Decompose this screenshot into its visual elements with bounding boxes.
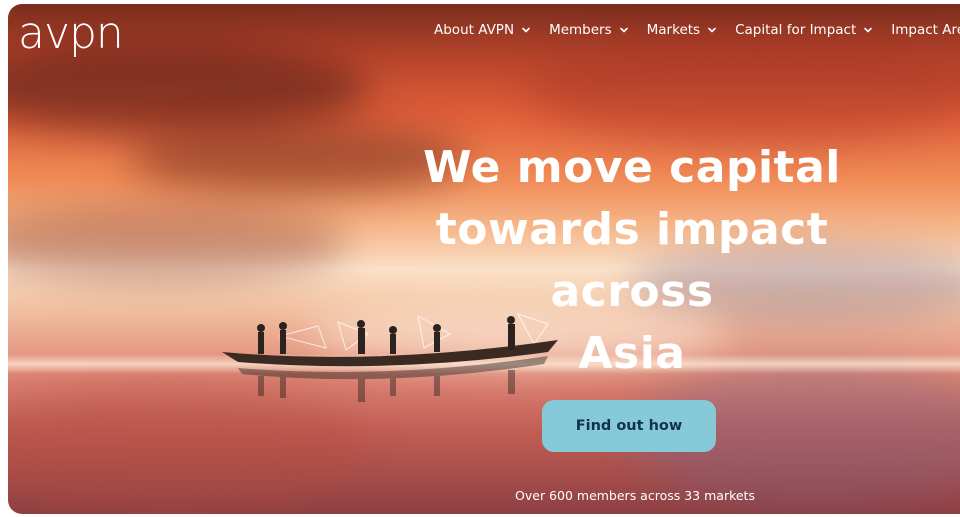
nav-item-about-avpn[interactable]: About AVPN: [434, 22, 531, 38]
chevron-down-icon: [864, 27, 873, 33]
hero-headline: We move capital towards impact across As…: [352, 137, 912, 385]
nav-item-capital-for-impact[interactable]: Capital for Impact: [735, 22, 873, 38]
chevron-down-icon: [522, 27, 530, 33]
main-navigation: About AVPN Members Markets Capital for I…: [434, 22, 960, 38]
nav-item-label: About AVPN: [434, 22, 515, 38]
nav-item-markets[interactable]: Markets: [647, 22, 717, 38]
cloud-shape: [8, 204, 348, 284]
hero-headline-line: Asia: [578, 328, 686, 380]
cloud-shape: [528, 34, 960, 144]
hero-headline-line: towards impact across: [435, 204, 829, 318]
nav-item-label: Capital for Impact: [735, 22, 857, 38]
chevron-down-icon: [619, 27, 628, 33]
avpn-logo[interactable]: avpn: [18, 8, 124, 60]
chevron-down-icon: [708, 27, 716, 33]
nav-item-label: Impact Areas: [891, 22, 960, 38]
nav-item-impact-areas[interactable]: Impact Areas: [891, 22, 960, 38]
find-out-how-button[interactable]: Find out how: [542, 400, 716, 452]
hero-headline-line: We move capital: [423, 142, 841, 194]
nav-item-members[interactable]: Members: [549, 22, 629, 38]
nav-item-label: Markets: [646, 22, 701, 38]
nav-item-label: Members: [549, 22, 612, 38]
membership-stats-text: Over 600 members across 33 markets: [515, 488, 755, 503]
